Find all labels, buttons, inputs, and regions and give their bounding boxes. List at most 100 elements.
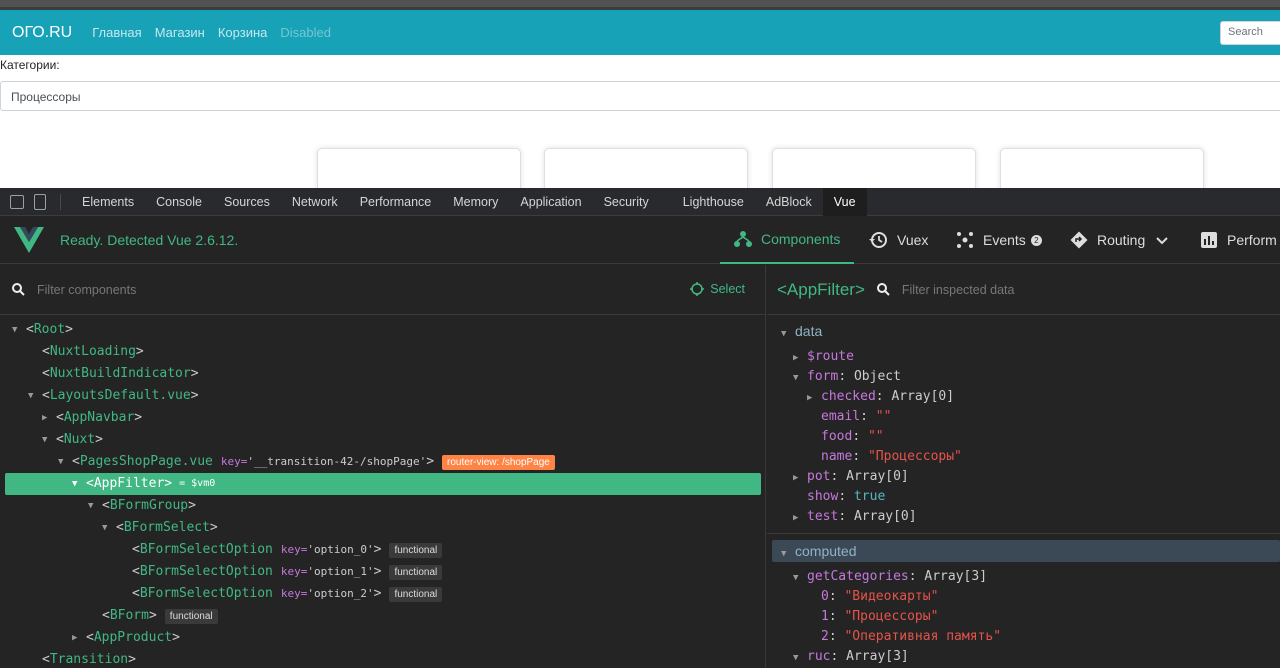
expand-arrow-icon[interactable]: ▼ xyxy=(102,517,116,539)
tab-console[interactable]: Console xyxy=(145,188,213,216)
section-computed[interactable]: ▼ computed xyxy=(781,541,856,561)
expand-arrow-icon[interactable]: ▼ xyxy=(12,319,26,341)
data-row-pot[interactable]: ▶ pot: Array[0] xyxy=(793,467,909,487)
product-card[interactable] xyxy=(317,148,521,193)
data-row-test[interactable]: ▶ test: Array[0] xyxy=(793,507,917,527)
data-key: checked xyxy=(821,389,876,404)
data-row-route[interactable]: ▶ $route xyxy=(793,347,854,367)
tab-network[interactable]: Network xyxy=(281,188,349,216)
expand-arrow-icon[interactable]: ▼ xyxy=(58,451,72,473)
tree-node-layoutsdefault[interactable]: ▼ < LayoutsDefault.vue > xyxy=(28,385,199,407)
tree-node-bform[interactable]: < BForm > functional xyxy=(102,605,218,627)
tree-node-label: BFormSelectOption xyxy=(139,542,273,557)
vue-devtools-header: Ready. Detected Vue 2.6.12. Components V… xyxy=(0,216,1280,264)
data-value: Array[0] xyxy=(853,509,917,524)
nav-link-cart[interactable]: Корзина xyxy=(218,25,268,40)
vue-tab-routing-label: Routing xyxy=(1097,232,1146,248)
history-icon xyxy=(869,232,887,248)
product-card[interactable] xyxy=(544,148,748,193)
tab-adblock[interactable]: AdBlock xyxy=(755,188,823,216)
data-row-item[interactable]: 1: "Процессоры" xyxy=(821,607,938,627)
tree-node-nuxt[interactable]: ▼ < Nuxt > xyxy=(42,429,103,451)
vue-tab-components[interactable]: Components xyxy=(720,216,855,264)
expand-arrow-icon[interactable]: ▼ xyxy=(88,495,102,517)
device-toolbar-icon[interactable] xyxy=(34,193,46,210)
components-tree-pane: Filter components Select ▼ < Root > < NuxtLo… xyxy=(0,265,766,668)
component-filter-input[interactable]: Filter components xyxy=(37,283,136,297)
tab-elements[interactable]: Elements xyxy=(71,188,145,216)
tab-memory[interactable]: Memory xyxy=(442,188,509,216)
tree-node-label: AppProduct xyxy=(93,630,173,645)
tree-node-appproduct[interactable]: ▶ < AppProduct > xyxy=(72,627,180,649)
data-row-getcategories[interactable]: ▼ getCategories: Array[3] xyxy=(793,567,987,587)
tree-node-appnavbar[interactable]: ▶ < AppNavbar > xyxy=(42,407,142,429)
functional-tag: functional xyxy=(164,608,218,624)
tree-node-nuxtloading[interactable]: < NuxtLoading > xyxy=(42,341,144,363)
tab-lighthouse[interactable]: Lighthouse xyxy=(672,188,755,216)
search-input[interactable]: Search xyxy=(1220,21,1280,45)
collapse-arrow-icon[interactable]: ▶ xyxy=(72,627,86,649)
nav-link-shop[interactable]: Магазин xyxy=(155,25,205,40)
vue-tab-events[interactable]: Events 2 xyxy=(956,216,1042,264)
tree-node-bformselectoption[interactable]: < BFormSelectOption key='option_0' > functio… xyxy=(132,539,443,561)
expand-arrow-icon[interactable]: ▼ xyxy=(42,429,56,451)
tree-node-label: BFormSelect xyxy=(123,520,210,535)
vue-status-text: Ready. Detected Vue 2.6.12. xyxy=(60,231,239,248)
collapse-arrow-icon: ▶ xyxy=(793,353,799,363)
tab-vue[interactable]: Vue xyxy=(822,187,867,216)
data-key: $route xyxy=(807,349,854,364)
tree-node-bformselectoption[interactable]: < BFormSelectOption key='option_2' > functio… xyxy=(132,583,443,605)
data-row-checked[interactable]: ▶ checked: Array[0] xyxy=(807,387,954,407)
collapse-arrow-icon[interactable]: ▶ xyxy=(42,407,56,429)
vue-tab-vuex-label: Vuex xyxy=(897,232,929,248)
product-card[interactable] xyxy=(772,148,976,193)
collapse-arrow-icon: ▶ xyxy=(793,473,799,483)
router-view-tag: router-view: /shopPage xyxy=(442,454,555,470)
tree-node-pagesshoppage[interactable]: ▼ < PagesShopPage.vue key= '__transition-42-… xyxy=(58,451,555,473)
data-row-item[interactable]: 0: "Видеокарты" xyxy=(821,587,938,607)
data-key: pot xyxy=(807,469,831,484)
tree-node-label: Root xyxy=(33,322,66,337)
tab-sources[interactable]: Sources xyxy=(213,188,281,216)
category-select[interactable]: Процессоры xyxy=(0,81,1280,111)
vue-tab-vuex[interactable]: Vuex xyxy=(868,216,928,264)
data-row-food[interactable]: food: "" xyxy=(821,427,884,447)
site-brand[interactable]: ОГО.RU xyxy=(12,24,72,42)
tab-performance[interactable]: Performance xyxy=(349,188,443,216)
inspected-data-filter-input[interactable]: Filter inspected data xyxy=(902,283,1015,297)
vue-tab-performance[interactable]: Perform xyxy=(1200,216,1277,264)
data-row-form[interactable]: ▼ form: Object xyxy=(793,367,901,387)
data-value: true xyxy=(853,489,886,504)
tab-security[interactable]: Security xyxy=(593,188,660,216)
functional-tag: functional xyxy=(389,564,443,580)
tree-node-bformselect[interactable]: ▼ < BFormSelect > xyxy=(102,517,218,539)
section-data[interactable]: ▼ data xyxy=(781,321,822,341)
tab-application[interactable]: Application xyxy=(509,188,592,216)
data-row-ruc[interactable]: ▼ ruc: Array[3] xyxy=(793,647,909,667)
tree-node-appfilter[interactable]: ▼ < AppFilter > = $vm0 xyxy=(72,473,215,495)
data-value: "Оперативная память" xyxy=(844,629,1002,644)
data-row-name[interactable]: name: "Процессоры" xyxy=(821,447,962,467)
expand-arrow-icon: ▼ xyxy=(781,549,787,559)
vue-tab-events-label: Events xyxy=(983,232,1026,248)
tree-node-root[interactable]: ▼ < Root > xyxy=(12,319,73,341)
tree-node-label: NuxtBuildIndicator xyxy=(49,366,191,381)
search-icon xyxy=(876,283,890,296)
expand-arrow-icon: ▼ xyxy=(793,373,799,383)
components-icon xyxy=(734,231,752,247)
routing-icon xyxy=(1070,231,1088,249)
nav-link-home[interactable]: Главная xyxy=(92,25,141,40)
vue-tab-routing[interactable]: Routing xyxy=(1070,216,1178,264)
tree-node-nuxtbuildindicator[interactable]: < NuxtBuildIndicator > xyxy=(42,363,199,385)
data-row-item[interactable]: 2: "Оперативная память" xyxy=(821,627,1001,647)
product-card[interactable] xyxy=(1000,148,1204,193)
data-value: "" xyxy=(875,409,892,424)
tree-node-bformgroup[interactable]: ▼ < BFormGroup > xyxy=(88,495,196,517)
tree-node-bformselectoption[interactable]: < BFormSelectOption key='option_1' > functio… xyxy=(132,561,443,583)
expand-arrow-icon[interactable]: ▼ xyxy=(28,385,42,407)
expand-arrow-icon[interactable]: ▼ xyxy=(72,473,86,495)
data-row-show[interactable]: show: true xyxy=(807,487,885,507)
select-component-button[interactable]: Select xyxy=(690,282,745,296)
data-row-email[interactable]: email: "" xyxy=(821,407,891,427)
inspect-element-icon[interactable] xyxy=(10,194,24,209)
